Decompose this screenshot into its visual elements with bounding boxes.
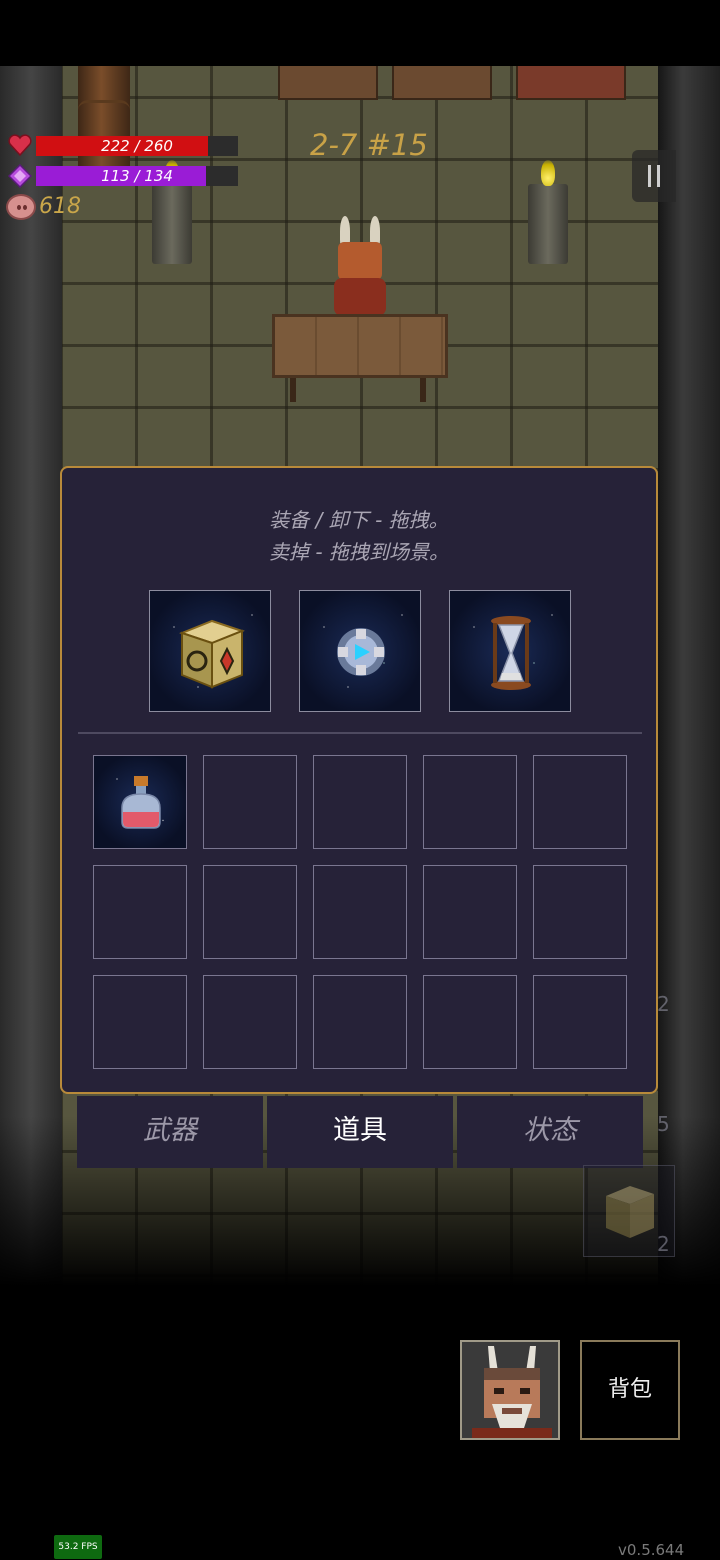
blue-orb-icon [337,628,385,676]
panel-divider [78,732,642,734]
mp-bar: 113 / 134 [36,166,238,186]
left-wall [0,66,62,1286]
diamond-icon [8,164,32,188]
avatar [462,1342,558,1438]
hp-text: 222 / 260 [101,137,173,155]
inventory-slot-14[interactable] [423,975,517,1069]
inventory-slot-5[interactable] [533,755,627,849]
table-leg [420,378,426,402]
golden-cube-icon [179,619,245,689]
equipped-slot-3[interactable] [449,590,571,712]
side-count: 2 [657,1232,670,1256]
pause-icon [648,165,651,187]
hint-sell: 卖掉 - 拖拽到场景。 [269,540,449,564]
side-count: 5 [657,1112,670,1136]
tab-items[interactable]: 道具 [267,1096,453,1168]
potion-flask-icon [121,776,161,829]
character-portrait[interactable] [460,1340,560,1440]
hint-equip: 装备 / 卸下 - 拖拽。 [269,508,449,532]
flame-icon [541,160,555,186]
inventory-slot-2[interactable] [203,755,297,849]
tab-weapons[interactable]: 武器 [77,1096,263,1168]
inventory-slot-3[interactable] [313,755,407,849]
merchant-npc[interactable] [330,216,390,316]
equipped-slot-2[interactable] [299,590,421,712]
inventory-slot-9[interactable] [423,865,517,959]
inventory-slot-4[interactable] [423,755,517,849]
inventory-slot-1[interactable] [93,755,187,849]
fps-counter: 53.2 FPS [54,1535,102,1559]
torch-pillar [528,184,568,264]
pause-icon [657,165,660,187]
hourglass-icon [491,616,531,690]
tab-status[interactable]: 状态 [457,1096,643,1168]
backpack-button[interactable]: 背包 [580,1340,680,1440]
inventory-slot-10[interactable] [533,865,627,959]
inventory-slot-11[interactable] [93,975,187,1069]
torch-pillar [152,184,192,264]
shelf [278,66,378,100]
inventory-panel: 装备 / 卸下 - 拖拽。 卖掉 - 拖拽到场景。 [60,466,658,1094]
mp-text: 113 / 134 [101,167,173,185]
inventory-slot-15[interactable] [533,975,627,1069]
inventory-slot-7[interactable] [203,865,297,959]
version-label: v0.5.644 [618,1541,685,1559]
inventory-slot-12[interactable] [203,975,297,1069]
equipped-slot-1[interactable] [149,590,271,712]
inventory-slot-8[interactable] [313,865,407,959]
heart-icon [8,134,32,156]
side-count: 2 [657,992,670,1016]
inventory-slot-6[interactable] [93,865,187,959]
right-wall [658,66,720,1286]
pause-button[interactable] [632,150,676,202]
inventory-slot-13[interactable] [313,975,407,1069]
hp-bar: 222 / 260 [36,136,238,156]
gold-count: 618 [39,194,81,219]
merchant-table[interactable] [272,314,448,378]
table-leg [290,378,296,402]
stage-label: 2-7 #15 [310,128,428,162]
red-chest-shelf [516,66,626,100]
pig-icon [6,194,36,220]
shelf [392,66,492,100]
